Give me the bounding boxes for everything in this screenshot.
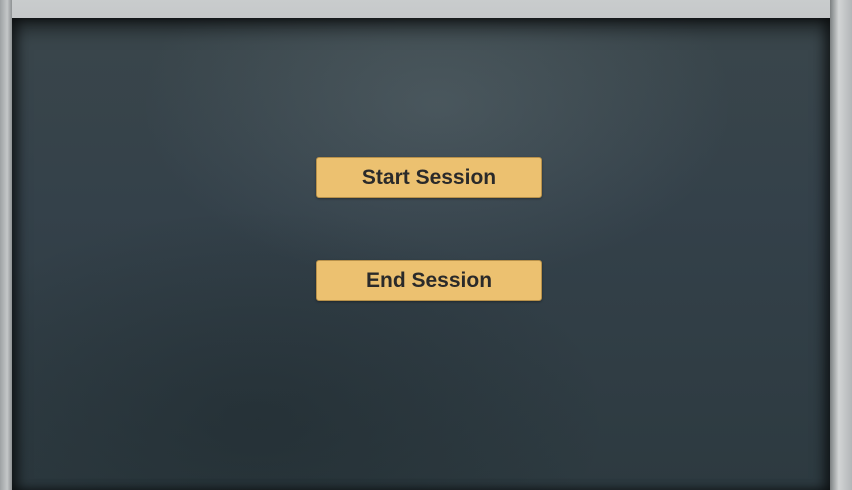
board-frame-right (830, 0, 852, 490)
board-frame-left (0, 0, 12, 490)
end-session-button[interactable]: End Session (316, 260, 542, 301)
chalkboard-panel (12, 18, 830, 490)
start-session-button[interactable]: Start Session (316, 157, 542, 198)
